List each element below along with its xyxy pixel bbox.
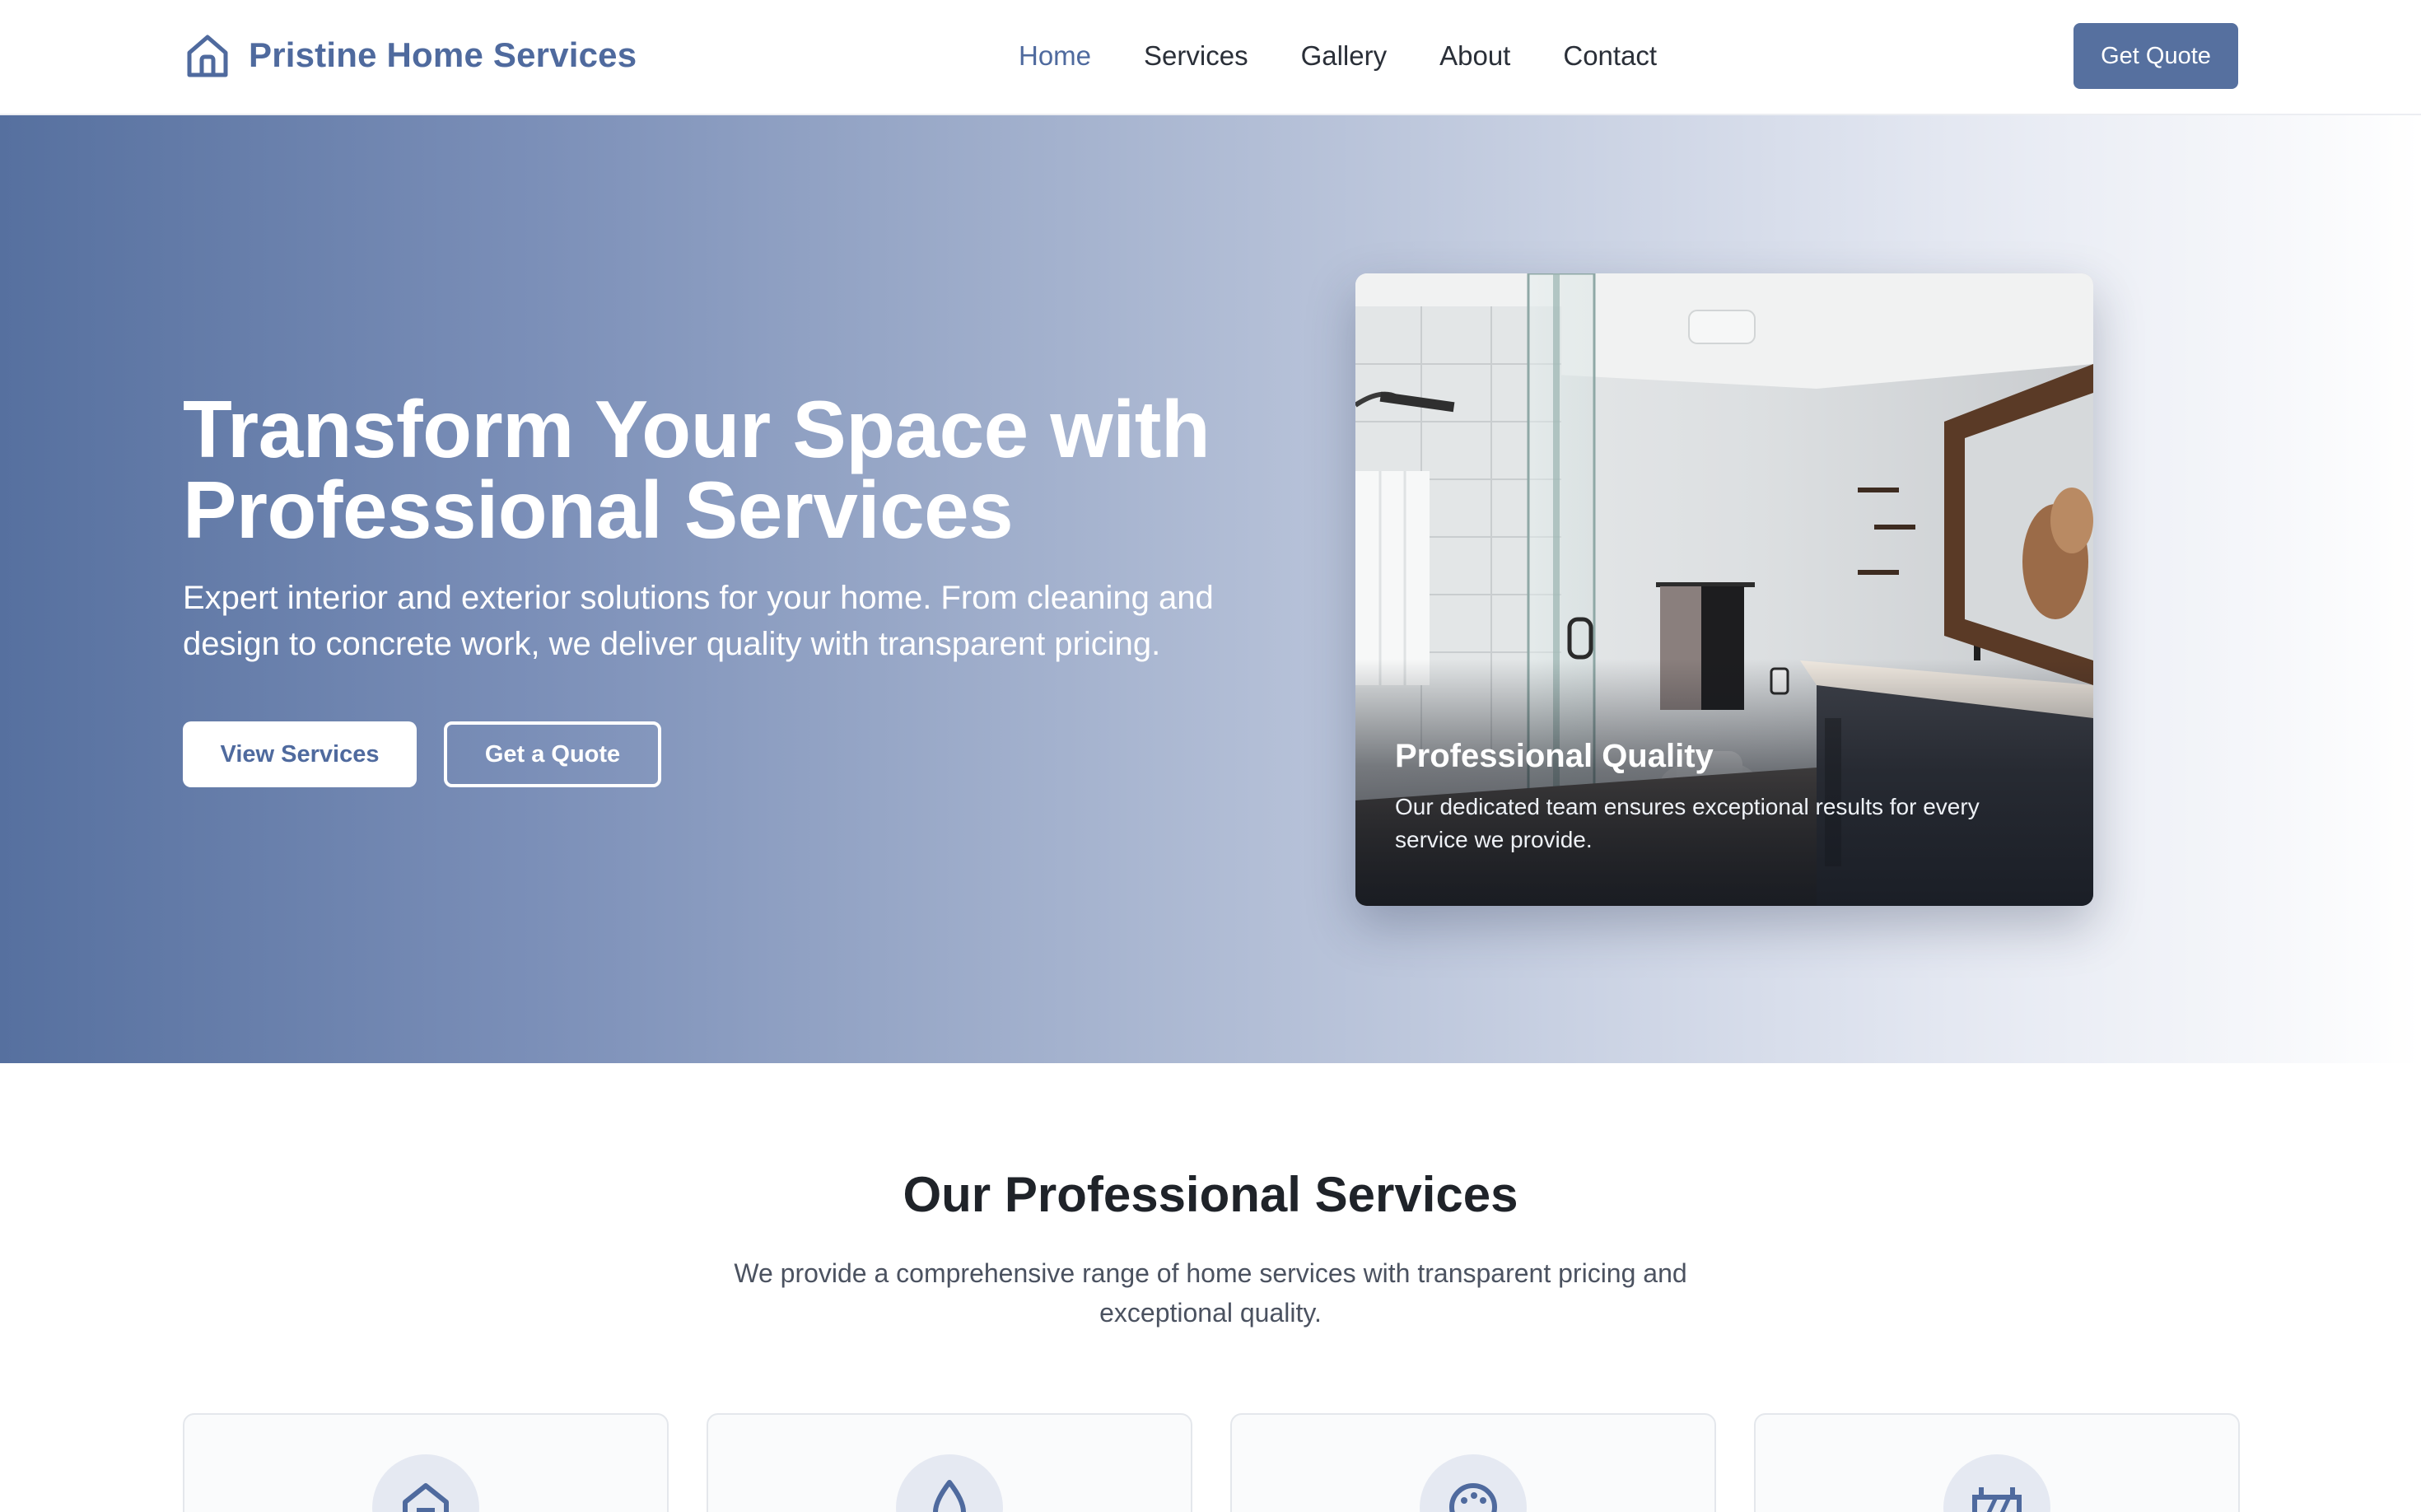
nav-home[interactable]: Home xyxy=(1019,40,1091,72)
house-icon xyxy=(187,35,228,77)
card-text: Our dedicated team ensures exceptional r… xyxy=(1395,794,1980,852)
card-overlay xyxy=(1355,659,2093,906)
droplet-icon xyxy=(896,1454,1003,1512)
nav-gallery[interactable]: Gallery xyxy=(1301,40,1388,72)
palette-icon xyxy=(1420,1454,1527,1512)
hero-title: Transform Your Space with Professional S… xyxy=(183,389,1336,550)
get-a-quote-button[interactable]: Get a Quote xyxy=(444,721,661,787)
service-card-design[interactable] xyxy=(1230,1413,1716,1512)
service-card-home[interactable] xyxy=(183,1413,669,1512)
concrete-barrier-icon xyxy=(1943,1454,2050,1512)
service-card-cleaning[interactable] xyxy=(707,1413,1192,1512)
service-card-concrete[interactable] xyxy=(1754,1413,2240,1512)
main-nav: Home Services Gallery About Contact xyxy=(1019,33,1657,79)
nav-services[interactable]: Services xyxy=(1144,40,1248,72)
nav-contact[interactable]: Contact xyxy=(1563,40,1657,72)
brand-logo[interactable]: Pristine Home Services xyxy=(183,28,637,82)
services-title: Our Professional Services xyxy=(903,1167,1518,1222)
site-header: Pristine Home Services Home Services Gal… xyxy=(0,0,2421,115)
hero-image-card: Professional Quality Our dedicated team … xyxy=(1355,273,2093,906)
get-quote-button[interactable]: Get Quote xyxy=(2073,23,2238,89)
nav-about[interactable]: About xyxy=(1439,40,1510,72)
view-services-button[interactable]: View Services xyxy=(183,721,417,787)
hero-title-line-2: Professional Services xyxy=(183,464,1014,555)
hero-title-line-1: Transform Your Space with xyxy=(183,384,1210,474)
services-subtitle: We provide a comprehensive range of home… xyxy=(734,1258,1687,1328)
hero-subtitle: Expert interior and exterior solutions f… xyxy=(183,580,1214,662)
home-icon xyxy=(372,1454,479,1512)
brand-name: Pristine Home Services xyxy=(249,35,637,74)
hero-section: Transform Your Space with Professional S… xyxy=(0,115,2421,1063)
card-title: Professional Quality xyxy=(1395,738,1714,774)
